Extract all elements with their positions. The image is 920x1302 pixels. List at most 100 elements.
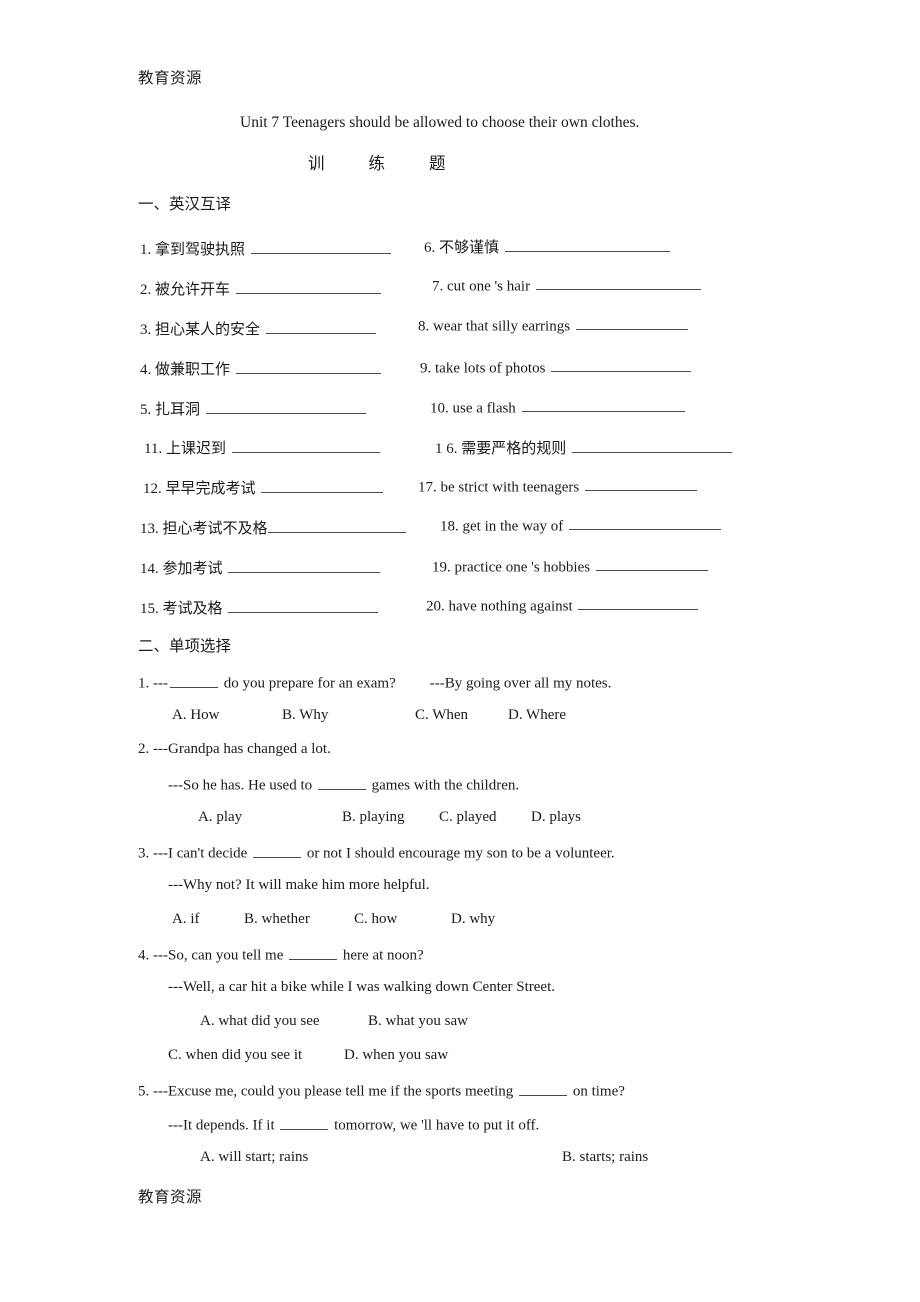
mc-2-option-a[interactable]: A. play: [198, 809, 342, 826]
translation-item-label: 担心考试不及格: [162, 521, 268, 537]
translation-answer-blank[interactable]: [261, 478, 384, 493]
mc-1-option-b[interactable]: B. Why: [282, 707, 415, 724]
mc-5-line1-before: ---Excuse me, could you please tell me i…: [153, 1083, 518, 1100]
translation-item-number: 18.: [440, 518, 459, 535]
mc-1-option-d[interactable]: D. Where: [508, 707, 566, 724]
mc-question-4-options-row1: A. what did you see B. what you saw: [200, 1013, 468, 1030]
translation-item-number: 14.: [140, 561, 159, 577]
translation-answer-blank[interactable]: [569, 515, 722, 531]
mc-4-option-d[interactable]: D. when you saw: [344, 1047, 448, 1064]
mc-question-4-line2: ---Well, a car hit a bike while I was wa…: [168, 979, 555, 995]
translation-answer-blank[interactable]: [578, 595, 699, 611]
mc-2-option-c[interactable]: C. played: [439, 809, 531, 826]
mc-1-blank[interactable]: [170, 673, 218, 688]
mc-5-line2-after: tomorrow, we 'll have to put it off.: [330, 1117, 540, 1134]
translation-item-number: 20.: [426, 598, 445, 615]
translation-item-label: cut one 's hair: [447, 278, 531, 295]
mc-5-line2-before: ---It depends. If it: [168, 1117, 279, 1134]
translation-answer-blank[interactable]: [205, 399, 366, 414]
mc-3-option-c[interactable]: C. how: [354, 911, 451, 928]
translation-answer-blank[interactable]: [595, 556, 708, 572]
translation-item-label: 拿到驾驶执照: [155, 242, 246, 258]
mc-3-option-b[interactable]: B. whether: [244, 911, 354, 928]
translation-answer-blank[interactable]: [265, 319, 376, 334]
mc-question-4-options-row2: C. when did you see it D. when you saw: [168, 1047, 448, 1064]
mc-1-option-a[interactable]: A. How: [172, 707, 282, 724]
mc-5-option-b[interactable]: B. starts; rains: [562, 1149, 648, 1166]
mc-question-2-options: A. play B. playing C. played D. plays: [198, 809, 581, 826]
mc-2-line1-text: ---Grandpa has changed a lot.: [153, 741, 331, 757]
mc-2-line2-after: games with the children.: [367, 777, 520, 794]
translation-item-number: 17.: [418, 479, 437, 496]
translation-item: 18. get in the way of: [440, 515, 722, 535]
mc-3-blank[interactable]: [253, 843, 302, 858]
mc-4-option-b[interactable]: B. what you saw: [368, 1013, 468, 1030]
translation-answer-blank[interactable]: [575, 315, 688, 331]
mc-1-option-c[interactable]: C. When: [415, 707, 508, 724]
translation-answer-blank[interactable]: [228, 558, 381, 573]
translation-item-number: 1 6.: [435, 441, 458, 457]
mc-2-line2-before: ---So he has. He used to: [168, 777, 316, 794]
document-page: 教育资源 教育资源 Unit 7 Teenagers should be all…: [0, 0, 920, 1302]
translation-item: 7. cut one 's hair: [432, 275, 701, 295]
translation-item-label: practice one 's hobbies: [454, 559, 591, 576]
translation-item-label: 不够谨慎: [439, 240, 500, 256]
mc-5-blank-2[interactable]: [280, 1115, 329, 1130]
translation-item-label: 早早完成考试: [165, 481, 256, 497]
mc-2-blank[interactable]: [317, 775, 366, 790]
translation-answer-blank[interactable]: [504, 237, 670, 252]
mc-3-line1-after: or not I should encourage my son to be a…: [303, 845, 615, 862]
translation-answer-blank[interactable]: [521, 397, 685, 413]
translation-item: 6. 不够谨慎: [424, 236, 670, 257]
translation-answer-blank[interactable]: [235, 359, 381, 374]
mc-4-line1-before: ---So, can you tell me: [153, 947, 288, 964]
translation-item-number: 11.: [144, 441, 163, 457]
translation-item-number: 12.: [143, 481, 162, 497]
translation-item-number: 5.: [140, 402, 152, 418]
mc-question-5-line1: 5. ---Excuse me, could you please tell m…: [138, 1081, 625, 1101]
mc-5-blank-1[interactable]: [519, 1081, 568, 1096]
mc-5-number: 5.: [138, 1083, 150, 1100]
mc-5-option-a[interactable]: A. will start; rains: [200, 1149, 562, 1166]
mc-question-1-options: A. How B. Why C. When D. Where: [172, 707, 566, 724]
watermark-bottom: 教育资源: [138, 1189, 203, 1206]
translation-answer-blank[interactable]: [231, 438, 380, 453]
translation-item: 17. be strict with teenagers: [418, 476, 697, 496]
mc-3-option-d[interactable]: D. why: [451, 911, 495, 928]
translation-answer-blank[interactable]: [584, 476, 697, 492]
translation-answer-blank[interactable]: [572, 438, 733, 453]
document-subtitle: 训练题: [308, 154, 490, 173]
translation-item-label: use a flash: [452, 400, 516, 417]
translation-answer-blank[interactable]: [228, 598, 379, 613]
translation-item: 15. 考试及格: [140, 597, 379, 618]
mc-question-5-line2: ---It depends. If it tomorrow, we 'll ha…: [168, 1115, 539, 1135]
translation-item-label: have nothing against: [448, 598, 573, 615]
mc-question-3-options: A. if B. whether C. how D. why: [172, 911, 495, 928]
mc-4-blank[interactable]: [289, 945, 338, 960]
mc-4-line1-after: here at noon?: [339, 947, 424, 964]
mc-2-option-b[interactable]: B. playing: [342, 809, 439, 826]
translation-answer-blank[interactable]: [267, 518, 406, 533]
mc-question-1-stem: 1. --- do you prepare for an exam? ---By …: [138, 673, 611, 693]
translation-item-label: wear that silly earrings: [433, 318, 571, 335]
translation-item-label: 担心某人的安全: [155, 322, 261, 338]
translation-answer-blank[interactable]: [250, 239, 391, 254]
translation-item-number: 2.: [140, 282, 152, 298]
mc-2-option-d[interactable]: D. plays: [531, 809, 581, 826]
mc-question-2-line1: 2. ---Grandpa has changed a lot.: [138, 741, 331, 758]
translation-answer-blank[interactable]: [551, 357, 692, 373]
mc-4-option-c[interactable]: C. when did you see it: [168, 1047, 344, 1064]
mc-1-reply: ---By going over all my notes.: [429, 675, 612, 692]
mc-4-option-a[interactable]: A. what did you see: [200, 1013, 368, 1030]
document-title: Unit 7 Teenagers should be allowed to ch…: [240, 114, 640, 131]
translation-item: 8. wear that silly earrings: [418, 315, 688, 335]
translation-answer-blank[interactable]: [535, 275, 701, 291]
mc-question-3-line2: ---Why not? It will make him more helpfu…: [168, 877, 430, 893]
translation-item: 5. 扎耳洞: [140, 398, 366, 419]
mc-question-3-line1: 3. ---I can't decide or not I should enc…: [138, 843, 615, 863]
translation-item-label: 需要严格的规则: [461, 441, 567, 457]
translation-item: 2. 被允许开车: [140, 278, 381, 299]
mc-3-option-a[interactable]: A. if: [172, 911, 244, 928]
translation-item-number: 4.: [140, 362, 152, 378]
translation-answer-blank[interactable]: [235, 279, 381, 294]
